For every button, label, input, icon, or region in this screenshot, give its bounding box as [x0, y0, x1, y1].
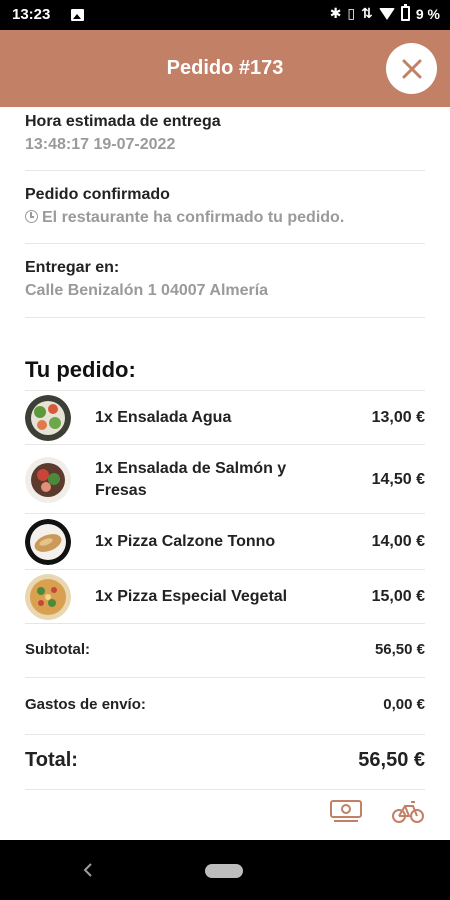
order-status-value: El restaurante ha confirmado tu pedido. — [25, 209, 425, 227]
subtotal-label: Subtotal: — [25, 641, 90, 658]
delivery-address-label: Entregar en: — [25, 259, 120, 276]
ensalada-agua-image — [25, 395, 71, 441]
divider — [25, 243, 425, 244]
order-item: 1x Pizza Calzone Tonno 14,00 € — [25, 518, 425, 566]
bicycle-icon — [392, 801, 424, 823]
order-item: 1x Ensalada Agua 13,00 € — [25, 394, 425, 442]
subtotal-value: 56,50 € — [374, 641, 425, 658]
status-time: 13:23 — [12, 6, 51, 23]
item-price: 14,50 € — [371, 471, 425, 488]
data-arrows-icon: ⇅ — [361, 5, 373, 21]
item-price: 15,00 € — [371, 588, 425, 605]
divider — [25, 317, 425, 318]
divider — [25, 170, 425, 171]
item-name: 1x Pizza Especial Vegetal — [95, 588, 288, 605]
item-name: 1x Pizza Calzone Tonno — [95, 533, 276, 550]
shipping-row: Gastos de envío: 0,00 € — [25, 696, 425, 713]
order-item: 1x Pizza Especial Vegetal 15,00 € — [25, 573, 425, 621]
delivery-time-value: 13:48:17 19-07-2022 — [25, 136, 176, 153]
order-status-label: Pedido confirmado — [25, 186, 170, 203]
close-button[interactable] — [386, 43, 437, 94]
item-name: 1x Ensalada de Salmón y Fresas — [95, 460, 287, 499]
system-navigation-bar — [0, 840, 450, 900]
divider — [25, 677, 425, 678]
status-icons: ✱ ▯ ⇅ 9 % — [329, 4, 440, 22]
subtotal-row: Subtotal: 56,50 € — [25, 641, 425, 658]
back-icon[interactable] — [80, 860, 96, 880]
wifi-icon — [378, 7, 395, 20]
home-pill[interactable] — [205, 864, 243, 878]
divider — [25, 734, 425, 735]
gallery-notification-icon — [71, 9, 84, 21]
battery-icon — [400, 4, 410, 21]
order-detail-content: Hora estimada de entrega 13:48:17 19-07-… — [0, 107, 450, 840]
delivery-address-block: Entregar en: Calle Benizalón 1 04007 Alm… — [25, 259, 425, 300]
status-bar: 13:23 ✱ ▯ ⇅ 9 % — [0, 0, 450, 30]
clock-icon — [25, 210, 38, 223]
divider — [25, 623, 425, 624]
cash-icon — [330, 800, 362, 822]
delivery-address-value: Calle Benizalón 1 04007 Almería — [25, 282, 269, 299]
order-section-title: Tu pedido: — [25, 357, 136, 382]
pizza-calzone-image — [25, 519, 71, 565]
divider — [25, 390, 425, 391]
order-status-text: El restaurante ha confirmado tu pedido. — [42, 209, 345, 226]
pizza-especial-vegetal-image — [25, 574, 71, 620]
divider — [25, 444, 425, 445]
delivery-time-block: Hora estimada de entrega 13:48:17 19-07-… — [25, 113, 425, 154]
item-price: 14,00 € — [371, 533, 425, 550]
shipping-value: 0,00 € — [383, 696, 425, 713]
order-item: 1x Ensalada de Salmón y Fresas 14,50 € — [25, 450, 425, 510]
item-price: 13,00 € — [371, 409, 425, 426]
order-status-block: Pedido confirmado El restaurante ha conf… — [25, 186, 425, 227]
shipping-label: Gastos de envío: — [25, 696, 146, 713]
total-label: Total: — [25, 749, 78, 771]
app-header: Pedido #173 — [0, 30, 450, 107]
close-icon — [402, 59, 421, 78]
vibrate-icon: ▯ — [347, 5, 356, 21]
total-row: Total: 56,50 € — [25, 749, 425, 772]
ensalada-salmon-image — [25, 457, 71, 503]
total-value: 56,50 € — [358, 749, 425, 771]
divider — [25, 569, 425, 570]
divider — [25, 513, 425, 514]
bluetooth-icon: ✱ — [329, 5, 342, 21]
divider — [25, 789, 425, 790]
delivery-time-label: Hora estimada de entrega — [25, 113, 221, 130]
footer-icons — [329, 797, 425, 825]
page-title: Pedido #173 — [166, 57, 284, 79]
item-name: 1x Ensalada Agua — [95, 409, 232, 426]
battery-percent: 9 % — [415, 5, 440, 22]
